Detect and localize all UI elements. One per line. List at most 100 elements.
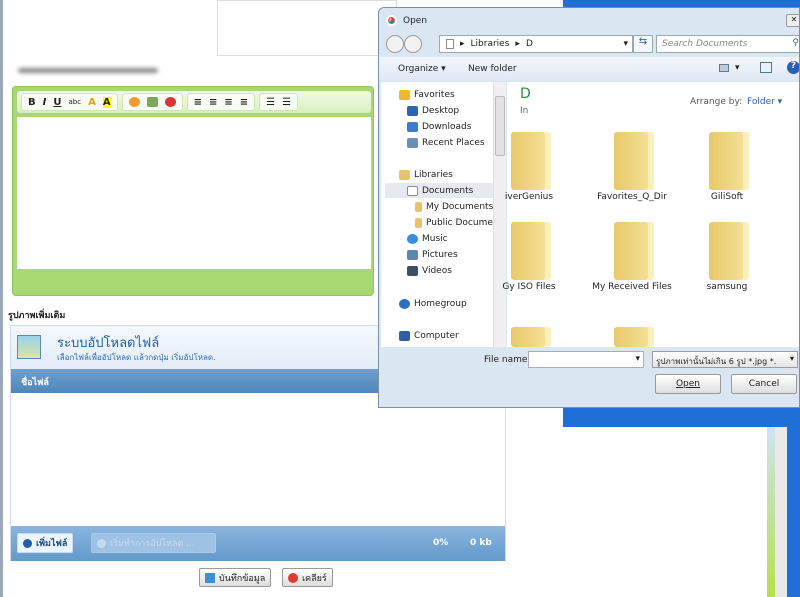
nav-my-documents[interactable]: My Documents [415,202,493,212]
folder-item[interactable]: samsung [697,222,757,294]
font-color-button[interactable]: A [88,97,96,108]
folder-icon [709,132,749,190]
back-button[interactable] [386,35,404,53]
close-button[interactable]: ✕ [786,14,799,27]
upload-icon-disabled [97,538,106,548]
search-icon: ⚲ [792,38,799,48]
nav-computer[interactable]: Computer [399,331,459,341]
organize-button[interactable]: Organize ▾ [398,64,446,74]
align-left-icon[interactable]: ≡ [194,97,202,108]
background-scrollbar[interactable] [775,427,787,597]
library-subtitle: In [520,106,529,116]
folder-icon [511,327,551,347]
nav-music[interactable]: Music [407,234,448,244]
align-right-icon[interactable]: ≡ [224,97,232,108]
computer-icon [399,331,410,341]
blurred-label [18,68,158,73]
bold-button[interactable]: B [28,97,36,108]
downloads-icon [407,122,418,132]
nav-recent-places[interactable]: Recent Places [407,138,485,148]
preview-pane-icon[interactable] [760,62,772,73]
open-file-dialog: Open ✕ ▸ Libraries ▸ D ▾ ⇆ Search Docume… [378,7,800,408]
dialog-toolbar: Organize ▾ New folder ▾ ? [379,57,799,81]
breadcrumb-documents[interactable]: D [526,39,533,49]
highlight-button[interactable]: A [102,96,111,108]
underline-button[interactable]: U [53,97,61,108]
upload-title: ระบบอัปโหลดไฟล์ [57,336,160,351]
filename-dropdown-icon[interactable]: ▾ [635,354,640,364]
folder-item[interactable]: My Received Files [592,222,672,294]
format-group: B I U abc A A [21,93,118,111]
search-input[interactable]: Search Documents ⚲ [656,35,799,53]
folder-icon [614,222,654,280]
clear-button[interactable]: เคลียร์ [282,568,333,587]
new-folder-button[interactable]: New folder [468,64,517,74]
nav-pictures[interactable]: Pictures [407,250,458,260]
videos-icon [407,266,418,276]
start-upload-button[interactable]: เริ่มทำการอัปโหลด ... [91,533,216,553]
save-button[interactable]: บันทึกข้อมูล [199,568,272,587]
folder-item[interactable]: Gy ISO Files [499,222,559,294]
nav-libraries[interactable]: Libraries [399,170,453,180]
unordered-list-icon[interactable]: ☰ [282,97,291,108]
image-icon[interactable] [146,97,158,107]
ordered-list-icon[interactable]: ☰ [266,97,275,108]
open-button[interactable]: Open [655,374,721,394]
folder-item[interactable]: Favorites_Q_Dir [597,132,667,204]
upload-size: 0 kb [470,538,492,548]
nav-documents[interactable]: Documents [407,186,473,196]
address-bar[interactable]: ▸ Libraries ▸ D ▾ [439,35,633,53]
flash-icon[interactable] [164,97,176,107]
arrange-by-dropdown[interactable]: Folder ▾ [747,97,782,107]
library-title: D [520,86,531,102]
insert-group [121,93,183,111]
align-center-icon[interactable]: ≡ [209,97,217,108]
italic-button[interactable]: I [43,97,47,108]
strike-button[interactable]: abc [68,98,81,106]
save-icon [205,572,215,583]
help-icon[interactable]: ? [787,61,799,74]
file-list [11,393,505,526]
filter-dropdown-icon: ▾ [789,354,794,363]
breadcrumb-libraries[interactable]: Libraries [471,39,510,49]
emoticon-icon[interactable] [128,97,140,107]
add-file-button[interactable]: เพิ่มไฟล์ [17,533,74,553]
editor-text-area[interactable] [17,117,371,269]
filename-input[interactable]: ▾ [528,351,644,368]
desktop-strip-top [563,0,800,7]
refresh-button[interactable]: ⇆ [633,35,653,53]
folder-icon [709,222,749,280]
file-list-pane: D In Arrange by: Folder ▾ iverGenius Fav… [502,82,799,347]
recent-places-icon [407,138,418,148]
justify-icon[interactable]: ≡ [240,97,248,108]
folder-icon [415,202,422,212]
folder-item[interactable]: iverGenius [499,132,559,204]
upload-percent: 0% [433,538,449,548]
top-panel [217,0,397,56]
cancel-button[interactable]: Cancel [731,374,797,394]
section-label: รูปภาพเพิ่มเติม [8,311,66,321]
file-type-filter[interactable]: รูปภาพเท่านั้นไม่เกิน 6 รูป *.jpg *. ▾ [652,351,798,368]
homegroup-icon [399,299,410,309]
folder-icon [511,222,551,280]
folder-item[interactable]: GiliSoft [697,132,757,204]
view-options-icon[interactable] [719,64,729,72]
nav-downloads[interactable]: Downloads [407,122,471,132]
folder-icon [511,132,551,190]
forward-button[interactable] [404,35,422,53]
music-icon [407,234,418,244]
address-dropdown-icon[interactable]: ▾ [623,39,628,49]
filename-label: File name: [484,355,531,365]
star-icon [399,90,410,100]
clear-icon [288,572,298,583]
nav-desktop[interactable]: Desktop [407,106,459,116]
nav-videos[interactable]: Videos [407,266,452,276]
nav-homegroup[interactable]: Homegroup [399,299,467,309]
nav-scrollbar[interactable] [493,82,506,347]
upload-subtitle: เลือกไฟล์เพื่ออัปโหลด แล้วกดปุ่ม เริ่มอั… [57,353,216,362]
view-dropdown-icon[interactable]: ▾ [735,63,740,73]
nav-public-documents[interactable]: Public Docume [415,218,493,228]
libraries-icon [399,170,410,180]
folder-icon [415,218,422,228]
nav-favorites[interactable]: Favorites [399,90,455,100]
